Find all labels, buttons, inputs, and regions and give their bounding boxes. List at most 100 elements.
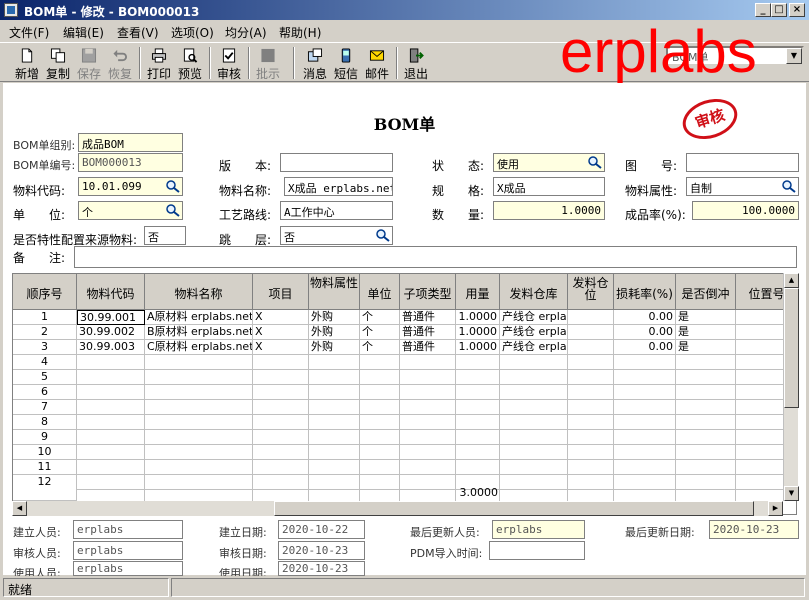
unit-cell[interactable]: 个 bbox=[360, 325, 400, 340]
backflush-cell[interactable]: 是 bbox=[676, 310, 736, 325]
type-cell[interactable]: 普通件 bbox=[400, 310, 456, 325]
column-header[interactable]: 子项类型 bbox=[400, 274, 456, 310]
scroll-up-icon[interactable]: ▲ bbox=[784, 273, 799, 288]
remark-field[interactable] bbox=[74, 246, 797, 268]
lookup-icon[interactable] bbox=[782, 180, 796, 193]
column-header[interactable]: 发料仓库 bbox=[500, 274, 568, 310]
mail-button[interactable]: 邮件 bbox=[361, 46, 393, 82]
batch-approve-button[interactable]: 批示 bbox=[252, 46, 284, 82]
warehouse-cell[interactable]: 产线仓 erplabs bbox=[500, 340, 568, 355]
loss-cell[interactable]: 0.00 bbox=[614, 325, 676, 340]
restore-button[interactable]: 恢复 bbox=[104, 46, 136, 82]
type-cell[interactable]: 普通件 bbox=[400, 340, 456, 355]
pdm-import-field[interactable] bbox=[489, 541, 585, 560]
auditor-field[interactable]: erplabs bbox=[73, 541, 183, 560]
material-code-cell[interactable]: 30.99.003 bbox=[77, 340, 145, 355]
drawing-field[interactable] bbox=[686, 153, 799, 172]
attr-cell[interactable]: 外购 bbox=[309, 325, 360, 340]
loss-cell[interactable]: 0.00 bbox=[614, 310, 676, 325]
location-cell[interactable] bbox=[568, 310, 614, 325]
attr-cell[interactable]: 外购 bbox=[309, 340, 360, 355]
column-header[interactable]: 物料名称 bbox=[145, 274, 253, 310]
type-cell[interactable]: 普通件 bbox=[400, 325, 456, 340]
item-cell[interactable]: X bbox=[253, 340, 309, 355]
material-code-cell[interactable]: 30.99.002 bbox=[77, 325, 145, 340]
loss-cell[interactable]: 0.00 bbox=[614, 340, 676, 355]
scroll-down-icon[interactable]: ▼ bbox=[784, 486, 799, 501]
column-header[interactable]: 物料代码 bbox=[77, 274, 145, 310]
material-code-cell[interactable]: 30.99.001 bbox=[77, 310, 145, 325]
maximize-button[interactable]: □ bbox=[771, 3, 787, 17]
menu-help[interactable]: 帮助(H) bbox=[279, 24, 321, 41]
route-field[interactable]: A工作中心 bbox=[280, 201, 393, 220]
attr-cell[interactable]: 外购 bbox=[309, 310, 360, 325]
exit-button[interactable]: 退出 bbox=[400, 46, 432, 82]
update-date-field[interactable]: 2020-10-23 bbox=[709, 520, 799, 539]
material-name-field[interactable]: X成品 erplabs.net bbox=[284, 177, 393, 196]
create-date-field[interactable]: 2020-10-22 bbox=[278, 520, 365, 539]
use-date-field[interactable]: 2020-10-23 bbox=[278, 561, 365, 576]
column-header[interactable]: 单位 bbox=[360, 274, 400, 310]
material-name-cell[interactable]: C原材料 erplabs.net bbox=[145, 340, 253, 355]
yield-field[interactable]: 100.0000 bbox=[692, 201, 799, 220]
unit-cell[interactable]: 个 bbox=[360, 310, 400, 325]
version-field[interactable] bbox=[280, 153, 393, 172]
unit-field[interactable]: 个 bbox=[78, 201, 183, 220]
close-button[interactable]: × bbox=[789, 3, 805, 17]
qty-cell[interactable]: 1.0000 bbox=[456, 340, 500, 355]
column-header[interactable]: 损耗率(%) bbox=[614, 274, 676, 310]
empty-grid-rows[interactable] bbox=[77, 355, 796, 502]
column-header[interactable]: 顺序号 bbox=[13, 274, 77, 310]
warehouse-cell[interactable]: 产线仓 erplabs bbox=[500, 325, 568, 340]
spec-field[interactable]: X成品 bbox=[493, 177, 605, 196]
audit-button[interactable]: 审核 bbox=[213, 46, 245, 82]
material-attr-field[interactable]: 自制 bbox=[686, 177, 799, 196]
backflush-cell[interactable]: 是 bbox=[676, 340, 736, 355]
column-header[interactable]: 是否倒冲 bbox=[676, 274, 736, 310]
creator-field[interactable]: erplabs bbox=[73, 520, 183, 539]
backflush-cell[interactable]: 是 bbox=[676, 325, 736, 340]
column-header[interactable]: 项目 bbox=[253, 274, 309, 310]
group-field[interactable]: 成品BOM bbox=[78, 133, 183, 152]
lookup-icon[interactable] bbox=[166, 180, 180, 193]
menu-distribute[interactable]: 均分(A) bbox=[225, 24, 267, 41]
updater-field[interactable]: erplabs bbox=[492, 520, 585, 539]
vertical-scrollbar[interactable]: ▲ ▼ bbox=[783, 273, 799, 501]
column-header[interactable]: 发料仓位 bbox=[568, 274, 614, 310]
lookup-icon[interactable] bbox=[588, 156, 602, 169]
lookup-icon[interactable] bbox=[376, 229, 390, 242]
column-header[interactable]: 物料属性 bbox=[309, 274, 360, 310]
scroll-thumb[interactable] bbox=[274, 501, 754, 516]
qty-cell[interactable]: 1.0000 bbox=[456, 310, 500, 325]
chevron-down-icon[interactable]: ▼ bbox=[786, 48, 802, 64]
item-cell[interactable]: X bbox=[253, 325, 309, 340]
lookup-icon[interactable] bbox=[166, 204, 180, 217]
audit-date-field[interactable]: 2020-10-23 bbox=[278, 541, 365, 560]
scroll-right-icon[interactable]: ▶ bbox=[768, 501, 783, 516]
warehouse-cell[interactable]: 产线仓 erplabs bbox=[500, 310, 568, 325]
menu-options[interactable]: 选项(O) bbox=[171, 24, 214, 41]
material-code-field[interactable]: 10.01.099 bbox=[78, 177, 183, 196]
qty-cell[interactable]: 1.0000 bbox=[456, 325, 500, 340]
minimize-button[interactable]: _ bbox=[755, 3, 771, 17]
menu-file[interactable]: 文件(F) bbox=[9, 24, 49, 41]
material-name-cell[interactable]: A原材料 erplabs.net bbox=[145, 310, 253, 325]
location-cell[interactable] bbox=[568, 340, 614, 355]
preview-button[interactable]: 预览 bbox=[174, 46, 206, 82]
unit-cell[interactable]: 个 bbox=[360, 340, 400, 355]
horizontal-scrollbar[interactable]: ◀ ▶ bbox=[12, 501, 783, 516]
scroll-thumb[interactable] bbox=[784, 288, 799, 408]
menu-edit[interactable]: 编辑(E) bbox=[63, 24, 104, 41]
user-field[interactable]: erplabs bbox=[73, 561, 183, 576]
level-field[interactable]: 否 bbox=[280, 226, 393, 245]
code-field[interactable]: BOM000013 bbox=[78, 153, 183, 172]
location-cell[interactable] bbox=[568, 325, 614, 340]
qty-field[interactable]: 1.0000 bbox=[493, 201, 605, 220]
special-source-field[interactable]: 否 bbox=[144, 226, 186, 245]
item-cell[interactable]: X bbox=[253, 310, 309, 325]
material-name-cell[interactable]: B原材料 erplabs.net bbox=[145, 325, 253, 340]
menu-view[interactable]: 查看(V) bbox=[117, 24, 159, 41]
status-field[interactable]: 使用 bbox=[493, 153, 605, 172]
column-header[interactable]: 用量 bbox=[456, 274, 500, 310]
scroll-left-icon[interactable]: ◀ bbox=[12, 501, 27, 516]
